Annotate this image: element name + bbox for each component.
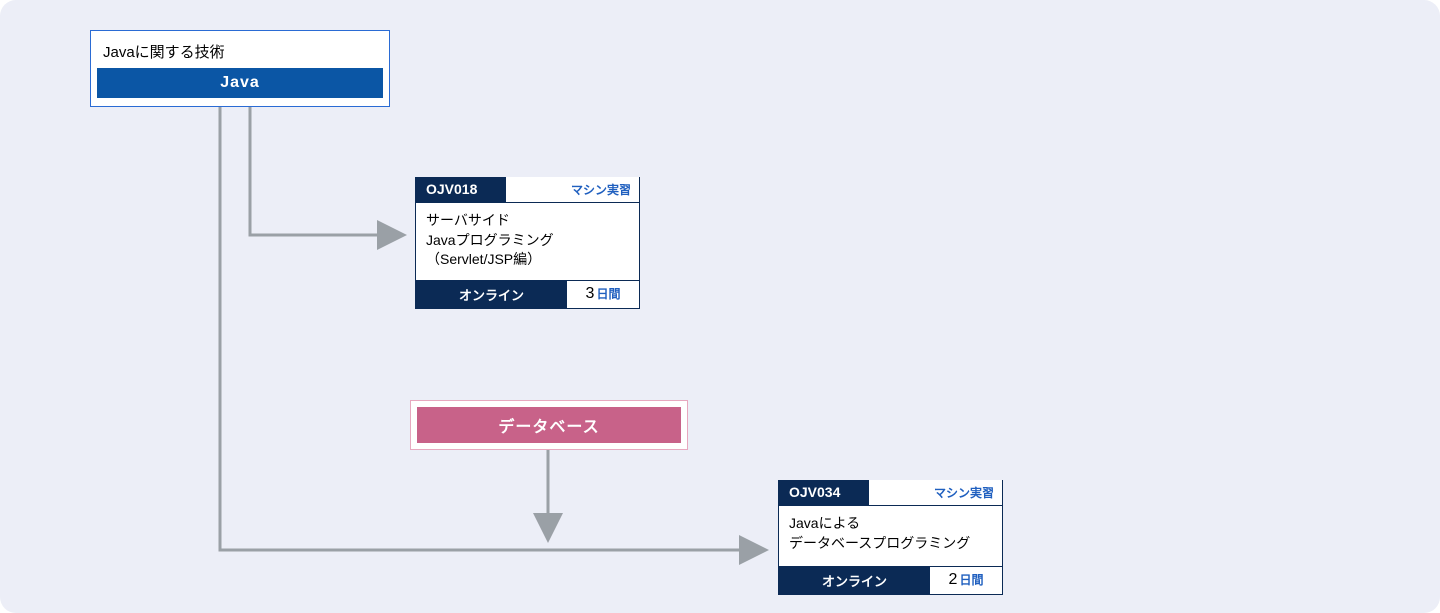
course-title-line: Javaプログラミング	[426, 231, 629, 251]
diagram-canvas: Javaに関する技術 Java データベース OJV018 マシン実習 サーバサ…	[0, 0, 1440, 613]
course-tag: マシン実習	[926, 480, 1002, 505]
course-mode: オンライン	[416, 281, 567, 308]
course-title: Javaによる データベースプログラミング	[779, 506, 1002, 566]
duration-number: 3	[586, 285, 595, 302]
group-java: Javaに関する技術 Java	[90, 30, 390, 107]
course-code: OJV018	[416, 177, 506, 202]
chip-database: データベース	[417, 407, 681, 443]
chip-java: Java	[97, 68, 383, 98]
course-duration: 3日間	[567, 281, 639, 308]
card-foot: オンライン 2日間	[779, 566, 1002, 594]
duration-number: 2	[949, 571, 958, 588]
course-code: OJV034	[779, 480, 869, 505]
course-title: サーバサイド Javaプログラミング （Servlet/JSP編）	[416, 203, 639, 280]
card-head: OJV018 マシン実習	[416, 177, 639, 203]
group-java-title: Javaに関する技術	[97, 37, 383, 68]
course-title-line: データベースプログラミング	[789, 534, 992, 554]
card-head: OJV034 マシン実習	[779, 480, 1002, 506]
course-title-line: サーバサイド	[426, 211, 629, 231]
card-foot: オンライン 3日間	[416, 280, 639, 308]
course-card-ojv018[interactable]: OJV018 マシン実習 サーバサイド Javaプログラミング （Servlet…	[415, 177, 640, 309]
course-mode: オンライン	[779, 567, 930, 594]
duration-unit: 日間	[959, 573, 983, 587]
course-card-ojv034[interactable]: OJV034 マシン実習 Javaによる データベースプログラミング オンライン…	[778, 480, 1003, 595]
course-duration: 2日間	[930, 567, 1002, 594]
course-tag: マシン実習	[563, 177, 639, 202]
course-title-line: （Servlet/JSP編）	[426, 250, 629, 270]
duration-unit: 日間	[596, 287, 620, 301]
group-database: データベース	[410, 400, 688, 450]
course-title-line: Javaによる	[789, 514, 992, 534]
